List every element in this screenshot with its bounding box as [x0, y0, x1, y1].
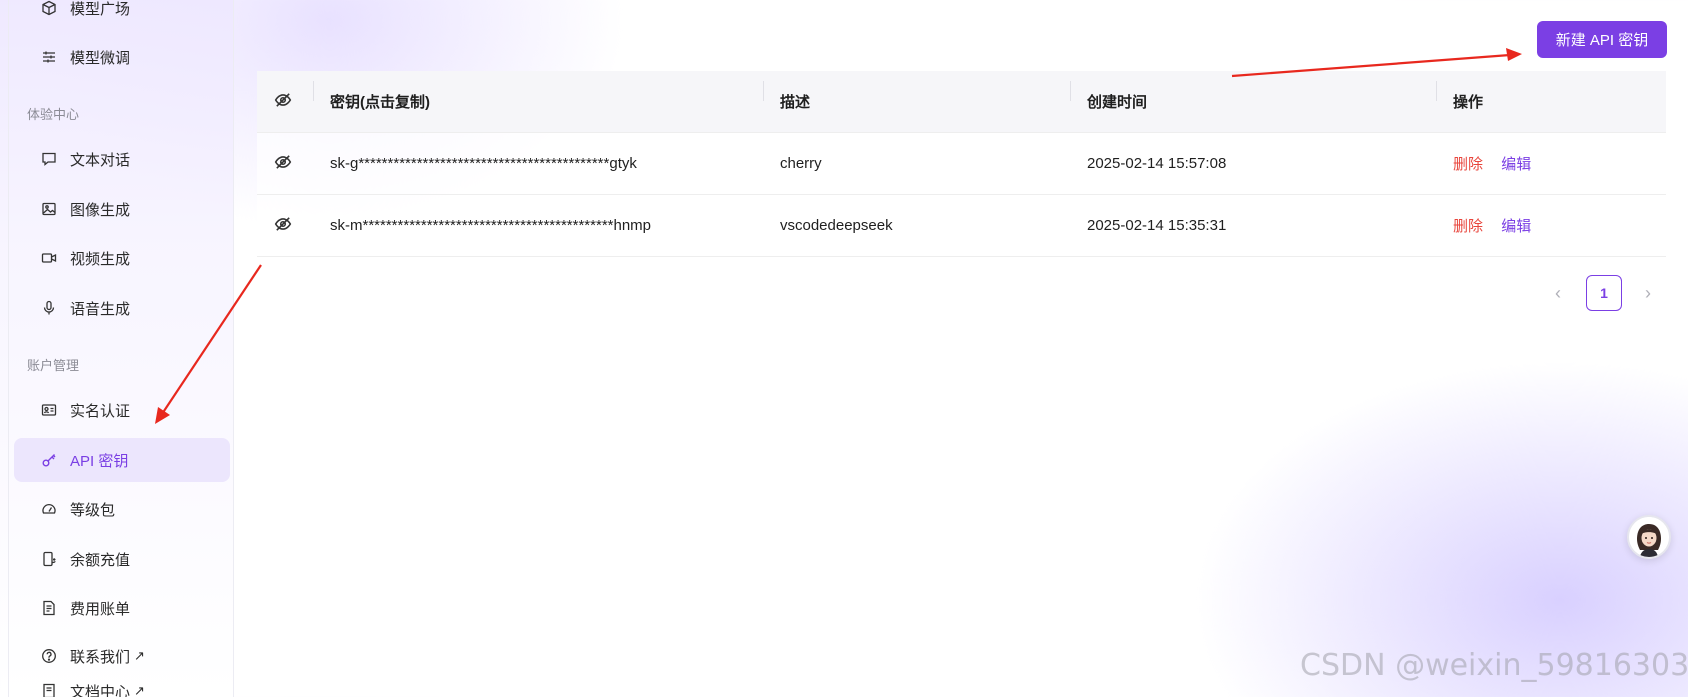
table-row: sk-m************************************…	[257, 195, 1666, 257]
header-key: 密钥(点击复制)	[313, 81, 763, 112]
sidebar-item-api-key[interactable]: API 密钥	[14, 438, 230, 482]
row-actions: 删除 编辑	[1436, 153, 1666, 174]
sidebar-item-label: 实名认证	[70, 402, 131, 420]
video-icon	[40, 249, 58, 267]
eye-off-icon	[274, 216, 292, 231]
api-key-value[interactable]: sk-g************************************…	[313, 155, 763, 172]
sidebar-item-label: 等级包	[70, 501, 116, 519]
sidebar-item-voice-gen[interactable]: 语音生成	[14, 286, 230, 330]
sidebar-item-image-gen[interactable]: 图像生成	[14, 187, 230, 231]
pagination-next-button[interactable]: ›	[1640, 278, 1656, 308]
recharge-icon	[40, 550, 58, 568]
image-icon	[40, 200, 58, 218]
chat-icon	[40, 150, 58, 168]
sidebar-item-recharge[interactable]: 余额充值	[14, 537, 230, 581]
table-row: sk-g************************************…	[257, 133, 1666, 195]
id-card-icon	[40, 401, 58, 419]
sidebar-edge-line	[8, 0, 9, 697]
assistant-avatar-button[interactable]	[1627, 515, 1671, 559]
pagination-page-1[interactable]: 1	[1586, 275, 1622, 311]
table-header: 密钥(点击复制) 描述 创建时间 操作	[257, 71, 1666, 133]
cube-icon	[40, 0, 58, 17]
sidebar-item-model-finetune[interactable]: 模型微调	[14, 35, 230, 79]
edit-link[interactable]: 编辑	[1501, 156, 1531, 173]
sidebar-item-label: API 密钥	[70, 452, 129, 470]
edit-link[interactable]: 编辑	[1501, 218, 1531, 235]
watermark: CSDN @weixin_59816303	[1300, 648, 1688, 683]
key-description: vscodedeepseek	[780, 217, 893, 234]
sidebar-item-label: 模型微调	[70, 49, 131, 67]
toggle-visibility-row[interactable]	[257, 153, 313, 175]
doc-icon	[40, 682, 58, 697]
new-api-key-button[interactable]: 新建 API 密钥	[1537, 21, 1667, 58]
sidebar-item-label: 语音生成	[70, 300, 131, 318]
help-icon	[40, 647, 58, 665]
toggle-visibility-all[interactable]	[257, 91, 313, 113]
sidebar-item-label: 视频生成	[70, 250, 131, 268]
eye-off-icon	[274, 92, 292, 107]
external-link-icon: ↗	[134, 648, 145, 663]
sidebar-item-real-name[interactable]: 实名认证	[14, 388, 230, 432]
sliders-icon	[40, 48, 58, 66]
api-key-table: 密钥(点击复制) 描述 创建时间 操作 sk-g****************…	[257, 71, 1666, 257]
sidebar-item-label: 余额充值	[70, 551, 131, 569]
sidebar-item-model-square[interactable]: 模型广场	[14, 0, 230, 30]
delete-link[interactable]: 删除	[1453, 156, 1483, 173]
sidebar-item-label: 费用账单	[70, 600, 131, 618]
assistant-avatar-icon	[1629, 517, 1669, 557]
external-link-icon: ↗	[134, 683, 145, 697]
microphone-icon	[40, 299, 58, 317]
sidebar-item-text-chat[interactable]: 文本对话	[14, 137, 230, 181]
key-created-time: 2025-02-14 15:35:31	[1087, 217, 1227, 234]
header-description: 描述	[763, 81, 1070, 112]
key-description: cherry	[780, 155, 822, 172]
sidebar: 模型广场 模型微调 体验中心 文本对话 图像生成 视频生成 语音生成 账户管理	[0, 0, 234, 697]
eye-off-icon	[274, 154, 292, 169]
sidebar-item-label: 图像生成	[70, 201, 131, 219]
bill-icon	[40, 599, 58, 617]
row-actions: 删除 编辑	[1436, 215, 1666, 236]
key-created-time: 2025-02-14 15:57:08	[1087, 155, 1227, 172]
gauge-icon	[40, 500, 58, 518]
section-label-experience: 体验中心	[27, 107, 80, 122]
toggle-visibility-row[interactable]	[257, 215, 313, 237]
header-created: 创建时间	[1070, 81, 1436, 112]
api-key-value[interactable]: sk-m************************************…	[313, 217, 763, 234]
sidebar-item-label: 联系我们	[70, 648, 131, 666]
key-icon	[40, 451, 58, 469]
sidebar-item-bill[interactable]: 费用账单	[14, 586, 230, 630]
sidebar-item-level-pack[interactable]: 等级包	[14, 487, 230, 531]
sidebar-item-video-gen[interactable]: 视频生成	[14, 236, 230, 280]
sidebar-item-label: 文档中心	[70, 683, 131, 697]
pagination-prev-button[interactable]: ‹	[1550, 278, 1566, 308]
section-label-account: 账户管理	[27, 358, 80, 373]
header-actions: 操作	[1436, 81, 1666, 112]
annotation-arrowhead-button	[1506, 48, 1522, 61]
sidebar-item-docs[interactable]: 文档中心 ↗	[14, 669, 230, 697]
sidebar-item-label: 模型广场	[70, 0, 131, 18]
sidebar-item-label: 文本对话	[70, 151, 131, 169]
delete-link[interactable]: 删除	[1453, 218, 1483, 235]
